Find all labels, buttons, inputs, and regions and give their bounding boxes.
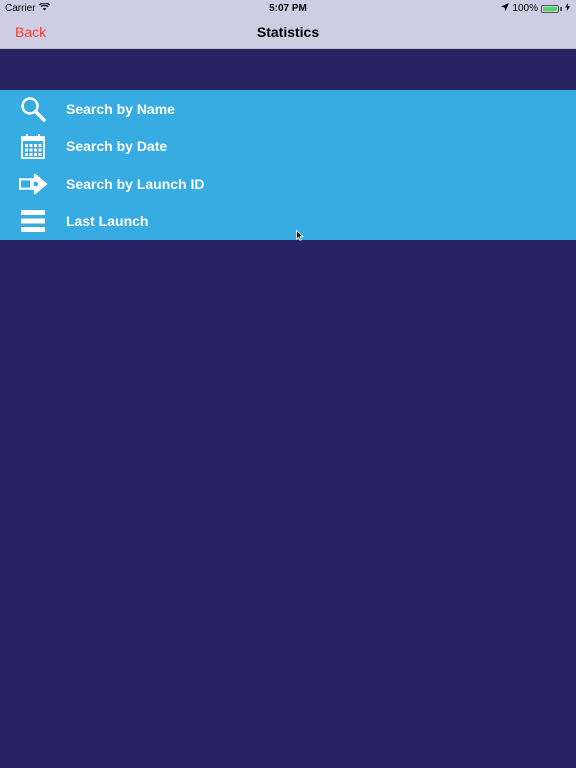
battery-fill (543, 6, 557, 11)
status-bar: Carrier 5:07 PM 100% (0, 0, 576, 16)
status-right-group: 100% (501, 3, 570, 14)
menu-item-label: Search by Name (66, 100, 175, 117)
battery-icon (541, 4, 559, 13)
search-icon (19, 95, 47, 123)
navigation-bar: Back Statistics (0, 16, 576, 49)
menu-item-last-launch[interactable]: Last Launch (0, 203, 576, 241)
status-time: 5:07 PM (269, 3, 307, 14)
mouse-pointer-icon (296, 228, 304, 246)
charging-icon (565, 3, 570, 14)
menu-item-label: Last Launch (66, 213, 149, 230)
list-icon (19, 207, 47, 235)
page-title: Statistics (256, 24, 320, 40)
statistics-menu: Search by Name Search by Date Search by … (0, 90, 576, 240)
location-arrow-icon (501, 3, 510, 14)
menu-item-search-by-date[interactable]: Search by Date (0, 128, 576, 166)
menu-item-label: Search by Launch ID (66, 175, 205, 192)
menu-item-search-by-name[interactable]: Search by Name (0, 90, 576, 128)
battery-tip (560, 6, 562, 11)
calendar-icon (19, 132, 47, 160)
menu-item-search-by-launch-id[interactable]: Search by Launch ID (0, 165, 576, 203)
arrow-tag-icon (19, 170, 47, 198)
battery-percent: 100% (512, 3, 538, 14)
menu-item-label: Search by Date (66, 138, 168, 155)
